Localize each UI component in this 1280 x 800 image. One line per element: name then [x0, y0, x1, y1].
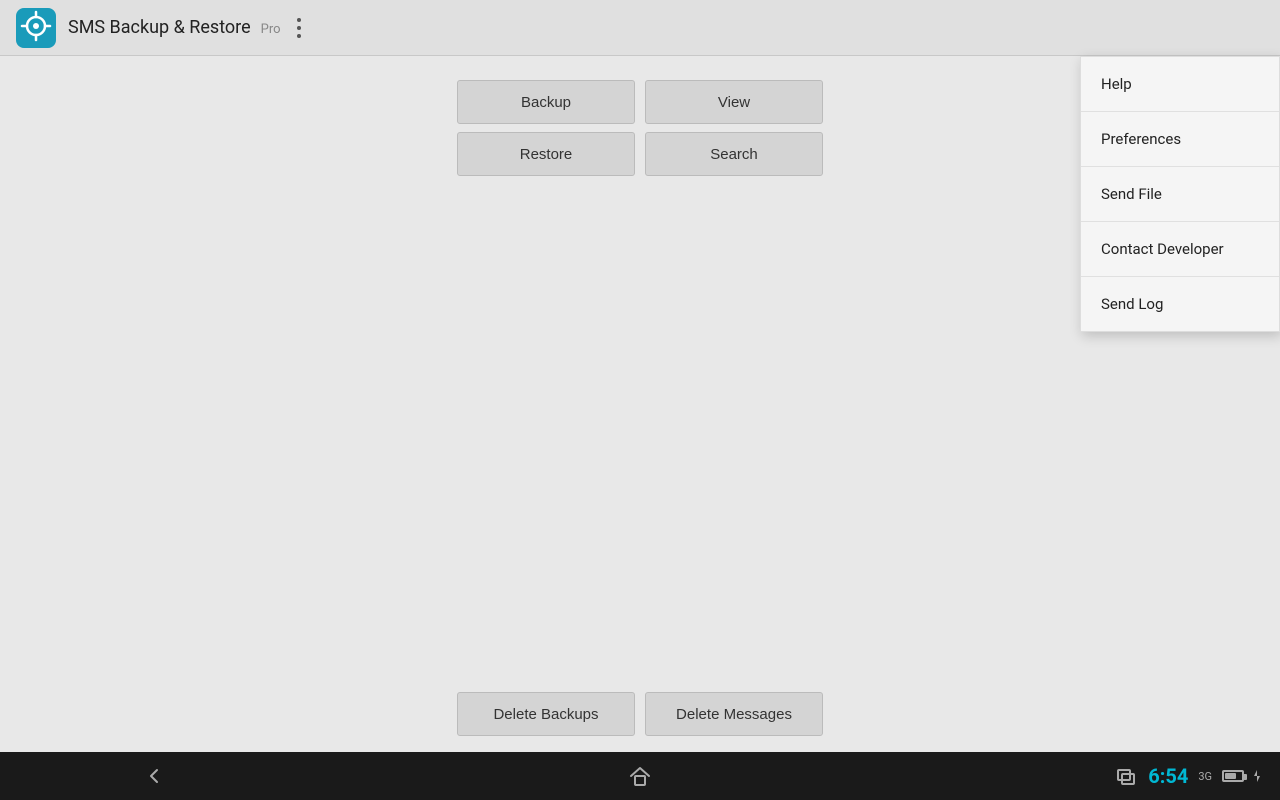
menu-item-contact-developer[interactable]: Contact Developer [1081, 222, 1279, 277]
delete-backups-button[interactable]: Delete Backups [457, 692, 635, 736]
nav-bar: 6:54 3G [0, 752, 1280, 800]
second-button-row: Restore Search [457, 132, 823, 176]
delete-messages-button[interactable]: Delete Messages [645, 692, 823, 736]
view-button[interactable]: View [645, 80, 823, 124]
menu-item-preferences[interactable]: Preferences [1081, 112, 1279, 167]
charging-icon [1250, 769, 1264, 783]
backup-button[interactable]: Backup [457, 80, 635, 124]
menu-item-send-log[interactable]: Send Log [1081, 277, 1279, 331]
bottom-button-group: Delete Backups Delete Messages [457, 692, 823, 736]
overflow-dropdown-menu: Help Preferences Send File Contact Devel… [1080, 56, 1280, 332]
signal-indicator: 3G [1198, 770, 1212, 783]
app-pro-label: Pro [261, 22, 281, 37]
top-button-group: Backup View [457, 80, 823, 124]
battery-icon [1222, 770, 1244, 782]
restore-button[interactable]: Restore [457, 132, 635, 176]
app-title: SMS Backup & Restore Pro [68, 17, 281, 38]
status-bar-right: 6:54 3G [1148, 752, 1264, 800]
battery-indicator [1222, 770, 1244, 782]
action-bar: SMS Backup & Restore Pro [0, 0, 1280, 56]
home-button[interactable] [626, 762, 654, 790]
recents-button[interactable] [1112, 762, 1140, 790]
app-icon [16, 8, 56, 48]
search-button[interactable]: Search [645, 132, 823, 176]
back-button[interactable] [140, 762, 168, 790]
overflow-menu-button[interactable] [281, 10, 317, 46]
clock: 6:54 [1148, 764, 1188, 788]
menu-item-help[interactable]: Help [1081, 57, 1279, 112]
battery-fill [1225, 773, 1236, 779]
menu-item-send-file[interactable]: Send File [1081, 167, 1279, 222]
app-title-text: SMS Backup & Restore [68, 17, 251, 38]
